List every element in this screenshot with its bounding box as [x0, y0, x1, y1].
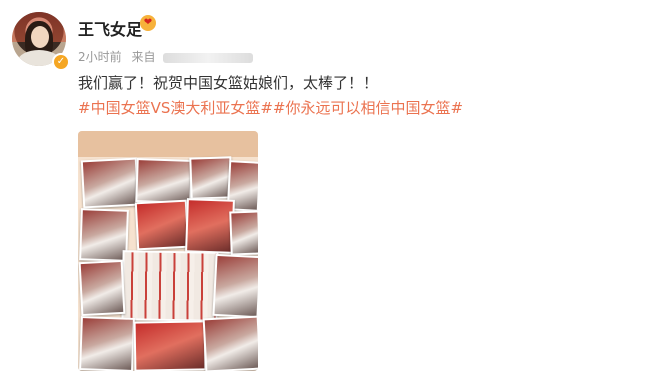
hashtags: #中国女篮VS澳大利亚女篮##你永远可以相信中国女篮#	[78, 97, 463, 118]
verified-badge-icon: ✓	[52, 53, 70, 71]
photo-card	[189, 156, 233, 200]
post-image[interactable]	[78, 131, 258, 371]
hashtag-link[interactable]: #你永远可以相信中国女篮#	[273, 99, 463, 117]
photo-card	[229, 210, 258, 256]
photo-card	[79, 208, 129, 262]
medal-icon[interactable]: ❤	[140, 15, 156, 31]
photo-card	[212, 253, 258, 319]
hashtag-link[interactable]: #中国女篮VS澳大利亚女篮#	[78, 99, 273, 117]
photo-card	[133, 320, 207, 371]
post-source-label: 来自	[131, 50, 156, 64]
photo-card	[135, 158, 193, 204]
photo-card	[185, 198, 235, 254]
team-photo-card	[121, 250, 219, 322]
post-time[interactable]: 2小时前	[78, 50, 122, 64]
image-header-band	[78, 131, 258, 157]
username[interactable]: 王飞女足	[78, 16, 142, 40]
photo-card	[80, 157, 140, 209]
photo-card	[134, 199, 190, 251]
photo-card	[202, 315, 258, 371]
post-text: 我们赢了！祝贺中国女篮姑娘们，太棒了！！	[78, 74, 379, 92]
blurred-source	[163, 52, 254, 63]
post-meta: 2小时前 来自	[78, 48, 254, 65]
avatar-face	[31, 26, 49, 48]
photo-card	[79, 316, 135, 371]
photo-card	[78, 259, 126, 317]
